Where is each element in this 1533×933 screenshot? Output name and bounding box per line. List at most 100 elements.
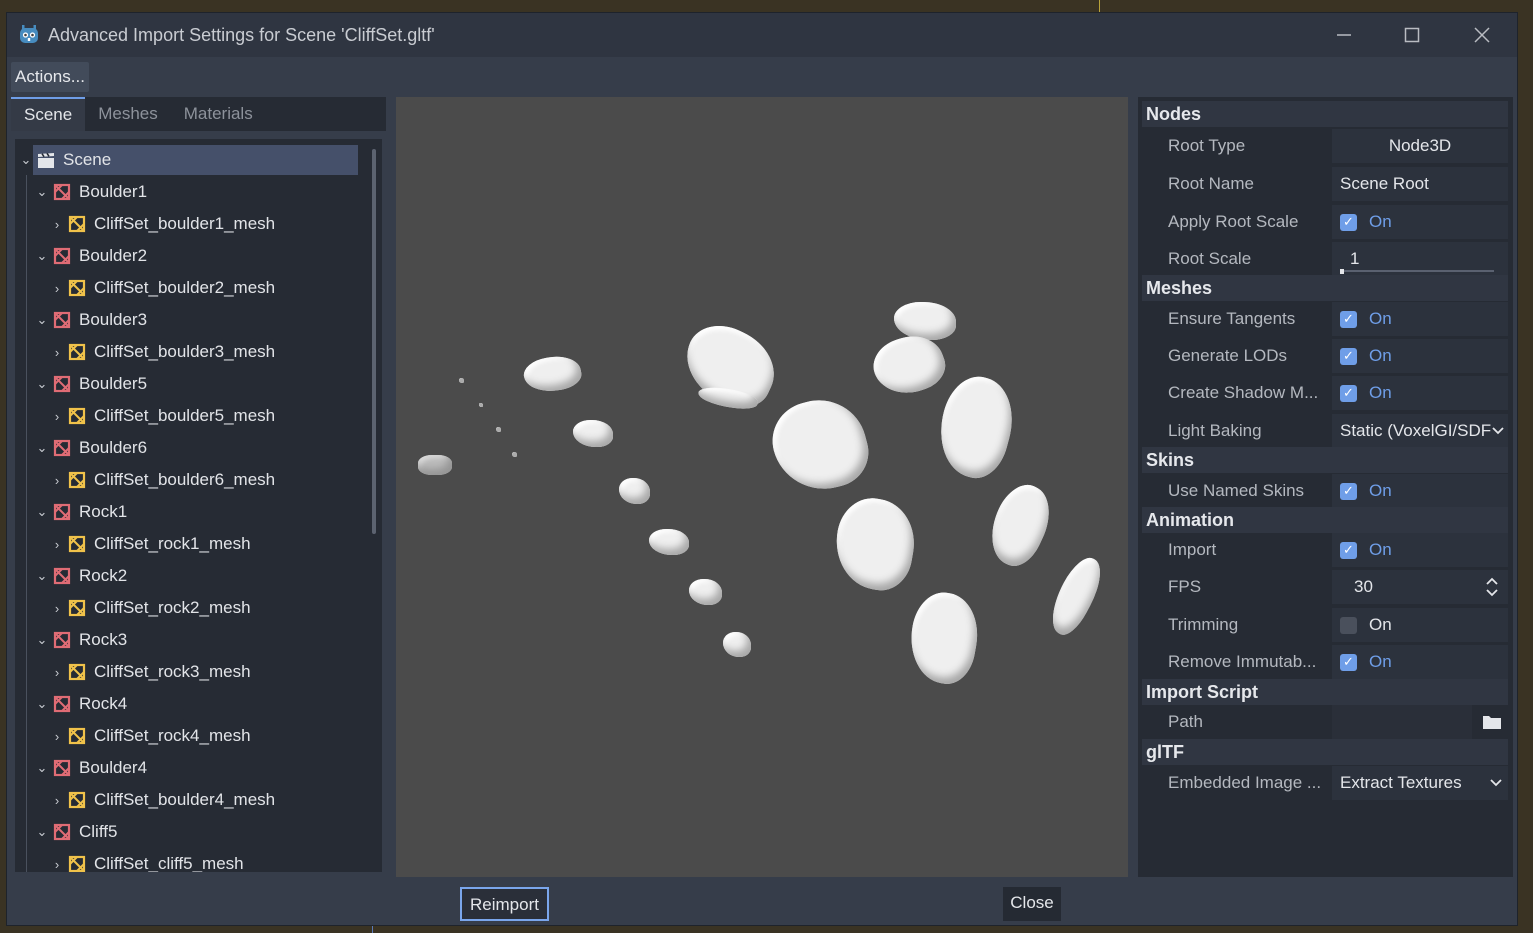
chevron-down-icon[interactable]: ⌄ xyxy=(35,376,49,392)
tree-item-node[interactable]: ⌄ Boulder6 xyxy=(35,433,148,463)
tree-item-mesh[interactable]: › CliffSet_cliff5_mesh xyxy=(50,849,244,872)
spinner-arrows-icon[interactable] xyxy=(1486,577,1498,597)
chevron-right-icon[interactable]: › xyxy=(50,281,64,296)
chevron-down-icon[interactable]: ⌄ xyxy=(35,504,49,520)
tree-item-node[interactable]: ⌄ Rock2 xyxy=(35,561,128,591)
tree-scrollbar[interactable] xyxy=(372,149,376,534)
tree-item-mesh[interactable]: › CliffSet_boulder1_mesh xyxy=(50,209,275,239)
close-icon[interactable] xyxy=(1469,23,1495,47)
remove-immutable-tracks-checkbox[interactable]: ✓ On xyxy=(1332,645,1508,679)
chevron-down-icon[interactable]: ⌄ xyxy=(35,248,49,264)
tree-item-scene[interactable]: ⌄ Scene xyxy=(21,145,358,175)
tree-item-node[interactable]: ⌄ Boulder5 xyxy=(35,369,148,399)
section-skins[interactable]: Skins xyxy=(1142,447,1508,473)
chevron-right-icon[interactable]: › xyxy=(50,793,64,808)
apply-root-scale-checkbox[interactable]: ✓ On xyxy=(1332,205,1508,239)
tree-item-node[interactable]: ⌄ Rock1 xyxy=(35,497,128,527)
use-named-skins-checkbox[interactable]: ✓ On xyxy=(1332,474,1508,508)
tree-item-mesh[interactable]: › CliffSet_rock1_mesh xyxy=(50,529,251,559)
root-name-field[interactable]: Scene Root xyxy=(1332,167,1508,201)
chevron-right-icon[interactable]: › xyxy=(50,601,64,616)
chevron-right-icon[interactable]: › xyxy=(50,345,64,360)
chevron-right-icon[interactable]: › xyxy=(50,217,64,232)
tree-item-node[interactable]: ⌄ Boulder3 xyxy=(35,305,148,335)
maximize-icon[interactable] xyxy=(1399,23,1425,47)
tree-item-node[interactable]: ⌄ Rock4 xyxy=(35,689,128,719)
tree-item-node[interactable]: ⌄ Boulder1 xyxy=(35,177,148,207)
tree-item-mesh[interactable]: › CliffSet_boulder6_mesh xyxy=(50,465,275,495)
chevron-down-icon[interactable]: ⌄ xyxy=(35,760,49,776)
tree-item-node[interactable]: ⌄ Cliff5 xyxy=(35,817,118,847)
prop-label: Path xyxy=(1168,712,1203,731)
mesh-instance-icon xyxy=(68,471,86,489)
section-import-script[interactable]: Import Script xyxy=(1142,679,1508,705)
tree-item-node[interactable]: ⌄ Boulder4 xyxy=(35,753,148,783)
trimming-checkbox[interactable]: On xyxy=(1332,608,1508,642)
checkbox-label: On xyxy=(1369,615,1392,634)
create-shadow-meshes-checkbox[interactable]: ✓ On xyxy=(1332,376,1508,410)
chevron-down-icon[interactable]: ⌄ xyxy=(35,184,49,200)
chevron-down-icon[interactable]: ⌄ xyxy=(35,696,49,712)
node3d-icon xyxy=(53,183,71,201)
prop-label: Remove Immutab... xyxy=(1168,652,1317,671)
chevron-down-icon[interactable]: ⌄ xyxy=(35,440,49,456)
3d-preview-viewport[interactable] xyxy=(396,97,1128,877)
chevron-down-icon[interactable]: ⌄ xyxy=(35,568,49,584)
tree-item-mesh[interactable]: › CliffSet_boulder4_mesh xyxy=(50,785,275,815)
section-animation[interactable]: Animation xyxy=(1142,507,1508,533)
ensure-tangents-checkbox[interactable]: ✓ On xyxy=(1332,302,1508,336)
chevron-down-icon[interactable]: ⌄ xyxy=(35,312,49,328)
tree-item-mesh[interactable]: › CliffSet_rock3_mesh xyxy=(50,657,251,687)
tree-item-mesh[interactable]: › CliffSet_boulder3_mesh xyxy=(50,337,275,367)
chevron-right-icon[interactable]: › xyxy=(50,409,64,424)
section-nodes[interactable]: Nodes xyxy=(1142,101,1508,127)
chevron-right-icon[interactable]: › xyxy=(50,537,64,552)
chevron-right-icon[interactable]: › xyxy=(50,473,64,488)
path-field[interactable] xyxy=(1332,705,1472,739)
chevron-down-icon xyxy=(1490,779,1502,787)
actions-menu-button[interactable]: Actions... xyxy=(11,62,89,92)
light-baking-dropdown[interactable]: Static (VoxelGI/SDF xyxy=(1332,414,1508,448)
chevron-down-icon[interactable]: ⌄ xyxy=(19,152,33,168)
tree-item-label: CliffSet_boulder4_mesh xyxy=(94,790,276,809)
fps-value: 30 xyxy=(1354,577,1373,596)
chevron-right-icon[interactable]: › xyxy=(50,665,64,680)
checkbox-label: On xyxy=(1369,481,1392,500)
tree-item-label: CliffSet_boulder3_mesh xyxy=(94,342,276,361)
close-button[interactable]: Close xyxy=(1003,887,1061,921)
slider-grabber[interactable] xyxy=(1340,269,1344,274)
tree-item-node[interactable]: ⌄ Rock3 xyxy=(35,625,128,655)
section-gltf[interactable]: glTF xyxy=(1142,739,1508,765)
tree-item-node[interactable]: ⌄ Boulder2 xyxy=(35,241,148,271)
tree-item-mesh[interactable]: › CliffSet_rock2_mesh xyxy=(50,593,251,623)
tab-scene[interactable]: Scene xyxy=(11,97,86,131)
tree-item-mesh[interactable]: › CliffSet_boulder5_mesh xyxy=(50,401,275,431)
root-type-button[interactable]: Node3D xyxy=(1332,129,1508,163)
embedded-image-dropdown[interactable]: Extract Textures xyxy=(1332,766,1508,800)
tab-materials[interactable]: Materials xyxy=(171,97,266,131)
folder-icon[interactable] xyxy=(1482,714,1502,730)
tree-item-label: Rock3 xyxy=(79,630,128,649)
import-animation-checkbox[interactable]: ✓ On xyxy=(1332,533,1508,567)
tree-item-mesh[interactable]: › CliffSet_rock4_mesh xyxy=(50,721,251,751)
chevron-down-icon[interactable]: ⌄ xyxy=(35,632,49,648)
preview-mesh xyxy=(521,352,584,396)
slider-track[interactable] xyxy=(1340,270,1494,272)
chevron-right-icon[interactable]: › xyxy=(50,857,64,872)
tab-meshes[interactable]: Meshes xyxy=(85,97,171,131)
generate-lods-checkbox[interactable]: ✓ On xyxy=(1332,339,1508,373)
scene-clapper-icon xyxy=(38,152,54,168)
tree-item-mesh[interactable]: › CliffSet_boulder2_mesh xyxy=(50,273,275,303)
section-meshes[interactable]: Meshes xyxy=(1142,275,1508,301)
root-scale-slider[interactable]: 1 xyxy=(1332,242,1508,276)
minimize-icon[interactable] xyxy=(1331,23,1357,47)
title-bar[interactable]: Advanced Import Settings for Scene 'Clif… xyxy=(7,13,1517,57)
chevron-right-icon[interactable]: › xyxy=(50,729,64,744)
tree-item-label: CliffSet_boulder5_mesh xyxy=(94,406,276,425)
fps-spinbox[interactable]: 30 xyxy=(1332,570,1508,604)
chevron-down-icon[interactable]: ⌄ xyxy=(35,824,49,840)
reimport-button[interactable]: Reimport xyxy=(460,887,549,921)
tree-item-label: CliffSet_rock4_mesh xyxy=(94,726,251,745)
scene-tree[interactable]: ⌄ Scene ⌄ Boulder1 › CliffSet_boulder1_mesh ⌄ B… xyxy=(15,139,382,872)
tree-item-label: Cliff5 xyxy=(79,822,118,841)
